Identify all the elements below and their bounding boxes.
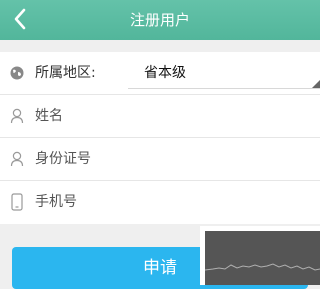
- overlay-image: [200, 226, 320, 285]
- region-select[interactable]: 省本级: [128, 58, 320, 89]
- user-icon: [8, 148, 26, 170]
- dropdown-corner-icon: [312, 80, 320, 88]
- name-row: [0, 95, 320, 138]
- name-input[interactable]: [35, 95, 305, 138]
- phone-input[interactable]: [35, 181, 305, 224]
- page-title: 注册用户: [129, 11, 190, 29]
- app-header: 注册用户: [0, 0, 320, 40]
- id-number-row: [0, 138, 320, 181]
- region-label: 所属地区:: [35, 65, 96, 81]
- id-number-input[interactable]: [35, 138, 305, 181]
- registration-form: 所属地区: 省本级: [0, 52, 320, 224]
- globe-icon: [8, 62, 26, 84]
- phone-row: [0, 181, 320, 224]
- user-icon: [8, 105, 26, 127]
- region-row: 所属地区: 省本级: [0, 52, 320, 95]
- region-selected-value: 省本级: [144, 65, 186, 81]
- mobile-phone-icon: [8, 191, 26, 213]
- dark-thumbnail: [205, 231, 320, 285]
